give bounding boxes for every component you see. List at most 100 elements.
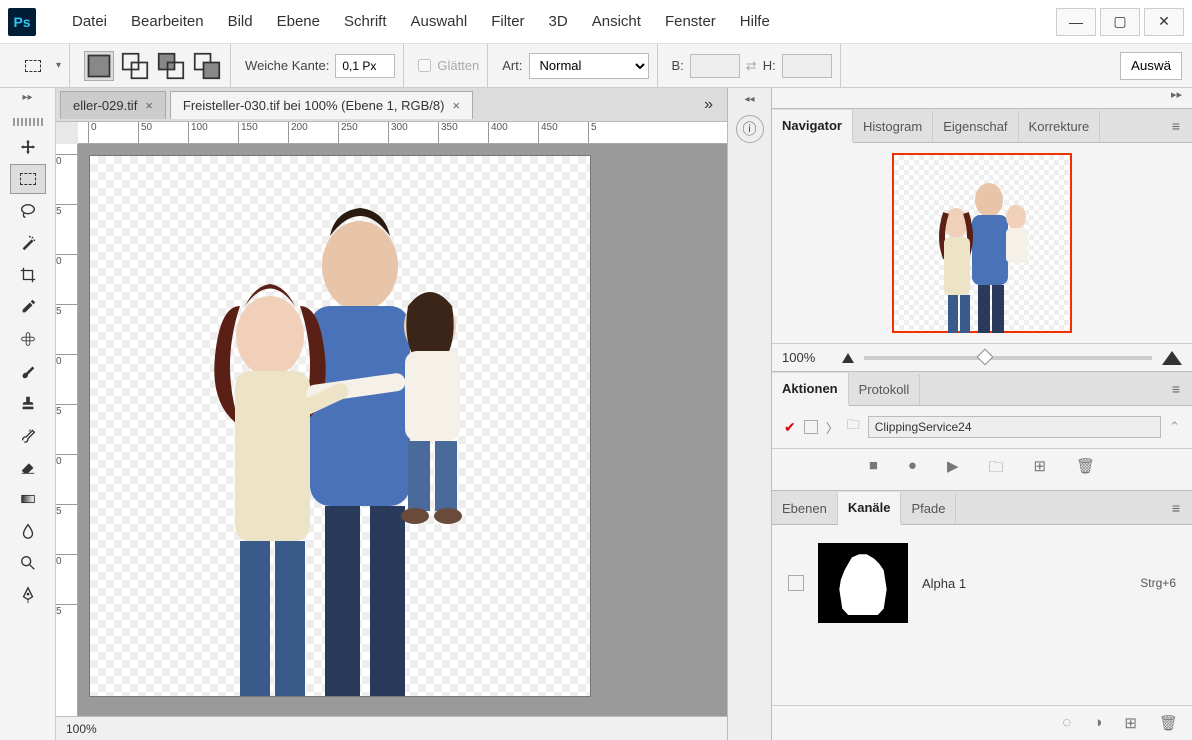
- tab-paths[interactable]: Pfade: [901, 493, 956, 524]
- selection-add-icon[interactable]: [120, 51, 150, 81]
- close-icon[interactable]: ×: [452, 98, 460, 113]
- menu-3d[interactable]: 3D: [537, 7, 580, 36]
- menu-image[interactable]: Bild: [216, 7, 265, 36]
- menu-type[interactable]: Schrift: [332, 7, 399, 36]
- action-item[interactable]: ✔ 〉 🗀 ClippingService24 ⌃: [780, 410, 1184, 444]
- trash-icon[interactable]: 🗑: [1159, 714, 1178, 732]
- canvas-viewport[interactable]: [78, 144, 727, 716]
- canvas[interactable]: [90, 156, 590, 696]
- new-channel-icon[interactable]: ⊞: [1124, 714, 1137, 732]
- antialias-label: Glätten: [437, 58, 479, 73]
- move-tool[interactable]: [10, 132, 46, 162]
- magic-wand-tool[interactable]: [10, 228, 46, 258]
- navigator-zoom-bar: 100%: [772, 343, 1192, 371]
- zoom-level[interactable]: 100%: [66, 722, 97, 736]
- close-icon[interactable]: ×: [145, 98, 153, 113]
- tools-collapse-icon[interactable]: ▸▸: [0, 92, 55, 112]
- healing-tool[interactable]: [10, 324, 46, 354]
- panels-collapse-icon[interactable]: ▸▸: [772, 88, 1192, 108]
- ruler-tick: 200: [288, 122, 308, 143]
- height-label: H:: [763, 58, 776, 73]
- select-mask-button[interactable]: Auswä: [1120, 52, 1182, 80]
- tab-actions[interactable]: Aktionen: [772, 373, 849, 406]
- document-tab[interactable]: eller-029.tif ×: [60, 91, 166, 119]
- navigator-preview[interactable]: [892, 153, 1072, 333]
- chevron-up-icon[interactable]: ⌃: [1169, 419, 1180, 435]
- chevron-down-icon[interactable]: ▾: [56, 60, 61, 71]
- expand-icon[interactable]: 〉: [826, 418, 839, 437]
- history-brush-tool[interactable]: [10, 420, 46, 450]
- panel-menu-icon[interactable]: ≡: [1160, 492, 1192, 524]
- selection-intersect-icon[interactable]: [192, 51, 222, 81]
- menu-select[interactable]: Auswahl: [399, 7, 480, 36]
- document-tab[interactable]: Freisteller-030.tif bei 100% (Ebene 1, R…: [170, 91, 473, 119]
- close-button[interactable]: ✕: [1144, 8, 1184, 36]
- panel-menu-icon[interactable]: ≡: [1160, 110, 1192, 142]
- stop-icon[interactable]: ■: [869, 457, 878, 482]
- maximize-button[interactable]: ▢: [1100, 8, 1140, 36]
- info-icon[interactable]: ⓘ: [736, 115, 764, 143]
- tab-histogram[interactable]: Histogram: [853, 111, 933, 142]
- menu-help[interactable]: Hilfe: [728, 7, 782, 36]
- action-name[interactable]: ClippingService24: [868, 416, 1161, 438]
- tab-history[interactable]: Protokoll: [849, 374, 921, 405]
- ruler-vertical[interactable]: 0 5 0 5 0 5 0 5 0 5: [56, 144, 78, 716]
- eraser-tool[interactable]: [10, 452, 46, 482]
- feather-input[interactable]: [335, 54, 395, 78]
- channel-name[interactable]: Alpha 1: [922, 576, 1126, 591]
- tab-navigator[interactable]: Navigator: [772, 110, 853, 143]
- marquee-tool[interactable]: [10, 164, 46, 194]
- menu-file[interactable]: Datei: [60, 7, 119, 36]
- tab-overflow-icon[interactable]: »: [694, 96, 723, 114]
- stamp-tool[interactable]: [10, 388, 46, 418]
- channel-item[interactable]: Alpha 1 Strg+6: [782, 535, 1182, 631]
- eyedropper-tool[interactable]: [10, 292, 46, 322]
- tools-grip[interactable]: [13, 118, 43, 126]
- dialog-toggle[interactable]: [804, 420, 818, 434]
- play-icon[interactable]: ▶: [947, 457, 959, 482]
- crop-tool[interactable]: [10, 260, 46, 290]
- panel-expand-icon[interactable]: ◂◂: [744, 94, 754, 105]
- visibility-toggle[interactable]: [788, 575, 804, 591]
- antialias-checkbox[interactable]: [418, 59, 431, 72]
- blur-tool[interactable]: [10, 516, 46, 546]
- tab-properties[interactable]: Eigenschaf: [933, 111, 1018, 142]
- swap-icon[interactable]: ⇄: [746, 58, 757, 74]
- tab-channels[interactable]: Kanäle: [838, 492, 902, 525]
- workspace: ▸▸ eller-029.tif × Freisteller-030.tif b…: [0, 88, 1192, 740]
- tab-adjustments[interactable]: Korrekture: [1019, 111, 1101, 142]
- record-icon[interactable]: ●: [908, 457, 917, 482]
- dodge-tool[interactable]: [10, 548, 46, 578]
- channels-panel: Ebenen Kanäle Pfade ≡ Alpha 1 Strg+6 ◌ ◑…: [772, 490, 1192, 740]
- tool-preset-icon[interactable]: [18, 51, 48, 81]
- menu-edit[interactable]: Bearbeiten: [119, 7, 216, 36]
- save-selection-icon[interactable]: ◑: [1093, 714, 1102, 732]
- load-selection-icon[interactable]: ◌: [1062, 714, 1071, 732]
- new-set-icon[interactable]: 🗀: [989, 457, 1004, 482]
- ruler-tick: 0: [56, 354, 77, 367]
- checkmark-icon[interactable]: ✔: [784, 419, 796, 436]
- gradient-tool[interactable]: [10, 484, 46, 514]
- selection-new-icon[interactable]: [84, 51, 114, 81]
- zoom-in-icon[interactable]: [1162, 351, 1182, 365]
- tab-layers[interactable]: Ebenen: [772, 493, 838, 524]
- ruler-tick: 5: [56, 404, 77, 417]
- selection-subtract-icon[interactable]: [156, 51, 186, 81]
- minimize-button[interactable]: —: [1056, 8, 1096, 36]
- panel-menu-icon[interactable]: ≡: [1160, 373, 1192, 405]
- menu-view[interactable]: Ansicht: [580, 7, 653, 36]
- feather-label: Weiche Kante:: [245, 58, 329, 73]
- zoom-out-icon[interactable]: [842, 353, 854, 363]
- style-select[interactable]: Normal: [529, 53, 649, 79]
- trash-icon[interactable]: 🗑: [1076, 457, 1095, 482]
- ruler-horizontal[interactable]: 0 50 100 150 200 250 300 350 400 450 5: [78, 122, 727, 144]
- zoom-slider[interactable]: [864, 356, 1152, 360]
- menu-window[interactable]: Fenster: [653, 7, 728, 36]
- menu-layer[interactable]: Ebene: [265, 7, 332, 36]
- navigator-zoom-value[interactable]: 100%: [782, 350, 832, 365]
- new-action-icon[interactable]: ⊞: [1034, 457, 1047, 482]
- lasso-tool[interactable]: [10, 196, 46, 226]
- brush-tool[interactable]: [10, 356, 46, 386]
- pen-tool[interactable]: [10, 580, 46, 610]
- menu-filter[interactable]: Filter: [479, 7, 536, 36]
